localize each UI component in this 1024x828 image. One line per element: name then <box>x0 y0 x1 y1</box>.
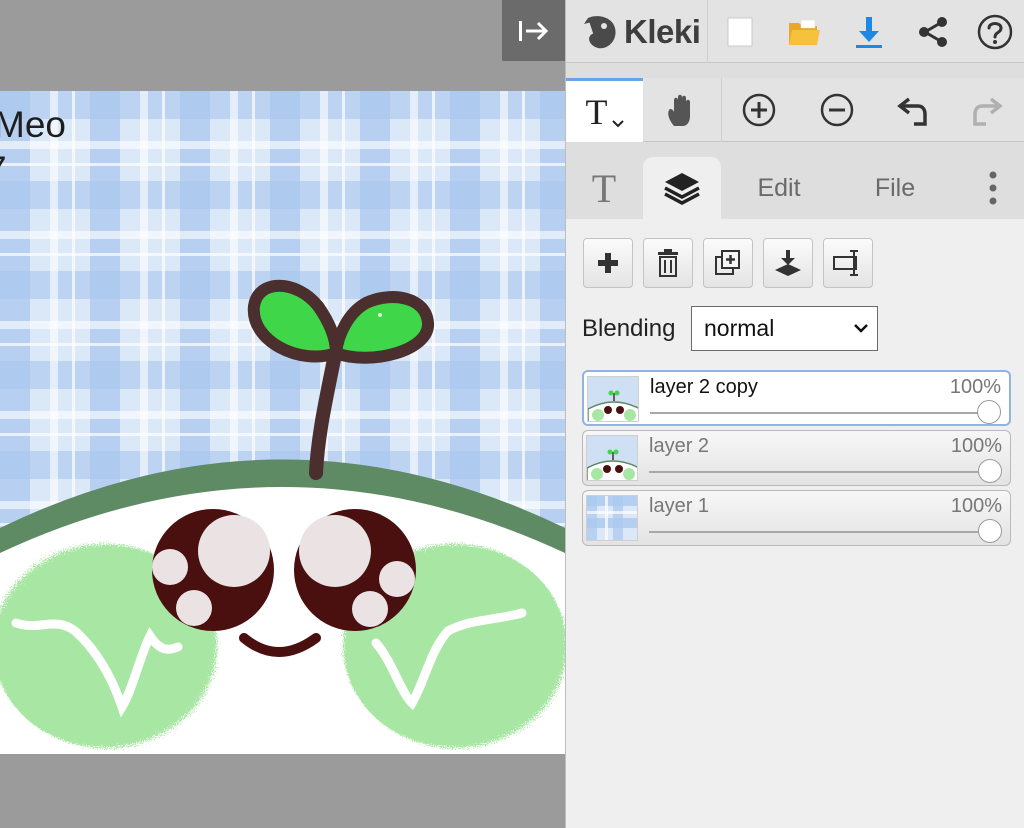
layers-icon <box>664 173 700 205</box>
opacity-slider-knob[interactable] <box>978 519 1002 543</box>
layer-thumbnail <box>587 376 639 422</box>
download-button[interactable] <box>847 10 891 54</box>
layer-item[interactable]: layer 1 100% <box>582 490 1011 546</box>
opacity-slider-knob[interactable] <box>978 459 1002 483</box>
help-button[interactable] <box>973 10 1017 54</box>
layer-name: layer 2 <box>649 435 710 457</box>
layer-item[interactable]: layer 2 100% <box>582 430 1011 486</box>
redo-button[interactable] <box>952 78 1022 142</box>
text-tool-icon: T <box>585 91 608 132</box>
duplicate-icon <box>715 250 740 275</box>
merge-down-icon <box>775 250 801 276</box>
add-layer-button[interactable] <box>583 238 633 288</box>
opacity-slider-track[interactable] <box>649 471 986 473</box>
tab-file[interactable]: File <box>836 157 954 219</box>
text-tab-icon: T <box>591 165 617 211</box>
plus-icon <box>598 253 618 273</box>
share-icon <box>919 17 947 47</box>
blending-label: Blending <box>582 315 676 342</box>
rename-icon <box>833 250 858 276</box>
panel-tabs: T Edit File <box>566 157 1024 219</box>
drawing-canvas[interactable]: Meo 7 <box>0 91 565 754</box>
undo-button[interactable] <box>878 78 948 142</box>
layer-thumbnail <box>586 435 638 481</box>
zoom-in-button[interactable] <box>724 78 794 142</box>
layer-thumbnail <box>586 495 638 541</box>
zoom-out-icon <box>820 93 854 127</box>
blending-value: normal <box>704 315 775 341</box>
text-tool-button[interactable]: T <box>566 78 643 142</box>
open-file-button[interactable] <box>782 10 826 54</box>
help-icon <box>977 14 1013 50</box>
redo-icon <box>973 97 1003 126</box>
new-document-icon <box>727 17 753 47</box>
more-vertical-icon <box>989 171 997 205</box>
delete-layer-button[interactable] <box>643 238 693 288</box>
new-document-button[interactable] <box>718 10 762 54</box>
open-folder-icon <box>789 19 820 45</box>
trash-icon <box>658 249 678 277</box>
download-icon <box>856 17 882 48</box>
opacity-slider-track[interactable] <box>650 412 985 414</box>
merge-down-button[interactable] <box>763 238 813 288</box>
layer-opacity: 100% <box>950 435 1002 457</box>
tab-layers[interactable] <box>643 157 721 219</box>
undo-icon <box>897 97 927 126</box>
duplicate-layer-button[interactable] <box>703 238 753 288</box>
layer-opacity: 100% <box>950 495 1002 517</box>
layer-name: layer 2 copy <box>650 376 758 398</box>
canvas-text-line2: 7 <box>0 151 7 188</box>
arrow-right-bar-icon <box>518 20 548 41</box>
layers-tab-content: Blending normal layer 2 copy 100% layer … <box>566 219 1024 828</box>
opacity-slider-track[interactable] <box>649 531 986 533</box>
canvas-text-line1: Meo <box>0 104 66 145</box>
canvas-area[interactable]: Meo 7 <box>0 0 565 828</box>
tab-edit[interactable]: Edit <box>724 157 834 219</box>
blending-select[interactable]: normal <box>691 306 878 351</box>
layer-opacity: 100% <box>949 376 1001 398</box>
layer-name: layer 1 <box>649 495 710 517</box>
chevron-down-icon <box>854 324 868 333</box>
tool-row: T <box>566 78 1024 142</box>
app-name: Kleki <box>624 12 701 50</box>
hand-icon <box>668 94 690 126</box>
zoom-out-button[interactable] <box>802 78 872 142</box>
opacity-slider-knob[interactable] <box>977 400 1001 424</box>
share-button[interactable] <box>911 10 955 54</box>
tab-text[interactable]: T <box>566 157 642 219</box>
rename-layer-button[interactable] <box>823 238 873 288</box>
artwork <box>0 91 565 754</box>
layer-item[interactable]: layer 2 copy 100% <box>582 370 1011 426</box>
side-panel: Kleki T T Edit File Blending normal laye… <box>565 0 1024 828</box>
top-bar: Kleki <box>566 0 1024 63</box>
zoom-in-icon <box>742 93 776 127</box>
chevron-down-icon <box>611 119 624 127</box>
hand-tool-button[interactable] <box>646 78 716 142</box>
kleki-logo[interactable]: Kleki <box>566 0 708 63</box>
more-options-button[interactable] <box>971 157 1015 219</box>
kleki-logo-icon <box>584 15 616 48</box>
collapse-panel-button[interactable] <box>502 0 565 61</box>
